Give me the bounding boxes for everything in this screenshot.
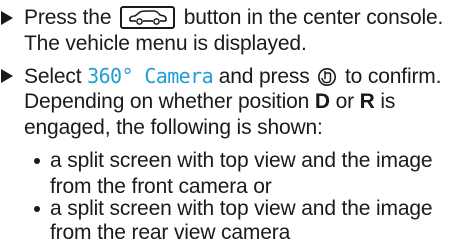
- vehicle-car-icon: [120, 6, 176, 29]
- step-1-line-1: Press the button in the center console.: [24, 5, 443, 31]
- bullet-1-line-1: a split screen with top view and the ima…: [50, 149, 433, 172]
- step-1-text-before: Press the: [24, 6, 112, 29]
- step-1-text-after: button in the center console.: [183, 6, 444, 29]
- step-arrow-icon: [1, 69, 13, 83]
- bullet-dot-icon: [34, 206, 40, 212]
- gear-position-r: R: [359, 90, 375, 113]
- step-2-line-2: Depending on whether position D or R is: [24, 89, 395, 115]
- step-arrow-icon: [1, 11, 13, 25]
- step-2-text-depending: Depending on whether position: [24, 90, 310, 113]
- instruction-document: Press the button in the center console. …: [0, 0, 461, 247]
- step-1-line-2: The vehicle menu is displayed.: [24, 32, 307, 55]
- step-2-line-3: engaged, the following is shown:: [24, 116, 323, 139]
- menu-item-360-camera: 360° Camera: [87, 64, 214, 88]
- step-2-text-confirm: to confirm.: [344, 65, 442, 88]
- step-2-text-is: is: [380, 90, 396, 113]
- step-2-text-press: and press: [218, 65, 310, 88]
- bullet-2-line-1: a split screen with top view and the ima…: [50, 197, 433, 220]
- bullet-2-line-2: from the rear view camera: [50, 221, 291, 244]
- step-2-text-or: or: [335, 90, 355, 113]
- gear-position-d: D: [314, 90, 330, 113]
- step-2-text-select: Select: [24, 65, 82, 88]
- bullet-dot-icon: [34, 158, 40, 164]
